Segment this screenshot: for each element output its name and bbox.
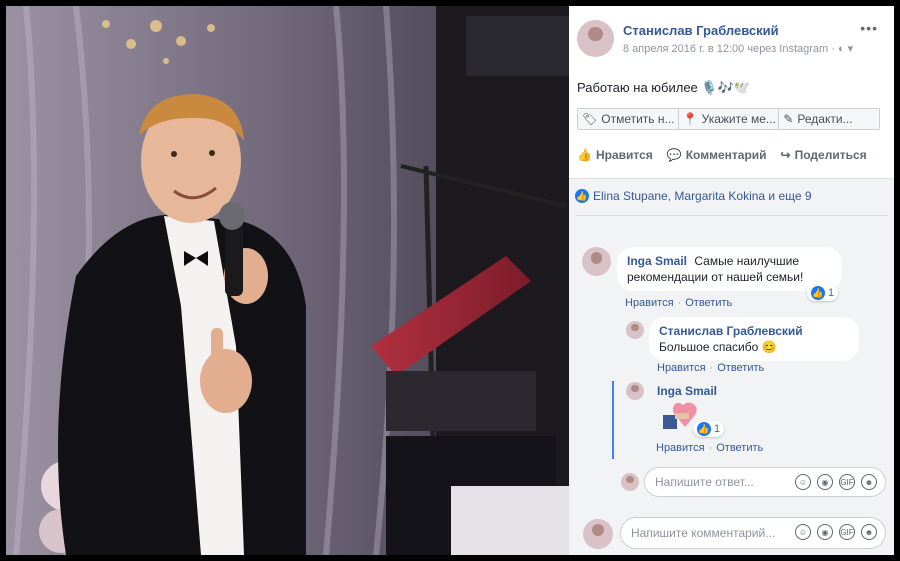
comment-reply-link[interactable]: Ответить (716, 442, 763, 454)
comment-like-link[interactable]: Нравится (625, 297, 674, 309)
comment-author[interactable]: Станислав Граблевский (659, 323, 845, 339)
avatar[interactable] (626, 382, 644, 400)
like-thumb-icon: 👍 (577, 148, 592, 162)
more-dots-icon[interactable]: ••• (860, 20, 878, 36)
comment-like-link[interactable]: Нравится (657, 362, 706, 374)
post-meta[interactable]: 8 апреля 2016 г. в 12:00 через Instagram… (623, 42, 853, 55)
post-photo[interactable] (6, 6, 569, 555)
comment-author[interactable]: Inga Smail (627, 254, 687, 268)
post-side-panel: Станислав Граблевский 8 апреля 2016 г. в… (569, 6, 894, 555)
reaction-count-badge[interactable]: 👍 1 (807, 285, 839, 301)
avatar (621, 473, 639, 491)
like-reaction-icon: 👍 (575, 189, 589, 203)
add-location-button[interactable]: 📍 Укажите ме... (678, 109, 780, 129)
edit-label: Редакти... (797, 112, 853, 126)
like-label: Нравится (595, 148, 653, 162)
reaction-count: 1 (714, 423, 721, 435)
reply-placeholder: Напишите ответ... (655, 475, 754, 489)
thread-indicator (612, 381, 614, 459)
edit-button[interactable]: ✎ Редакти... (779, 109, 880, 129)
comment-icon: 💬 (666, 148, 682, 162)
photo-illustration (6, 6, 569, 555)
gif-icon[interactable]: GIF (839, 474, 855, 490)
post-text: Работаю на юбилее 🎙️🎶🕊️ (577, 80, 750, 95)
divider (575, 215, 888, 216)
comment-actions: Нравится · Ответить (657, 362, 764, 374)
likes-summary[interactable]: 👍 Elina Stupane, Margarita Kokina и еще … (575, 189, 812, 203)
separator-dot: · (709, 362, 714, 374)
like-button[interactable]: 👍 Нравится (577, 148, 653, 162)
comment-bubble: Станислав Граблевский Большое спасибо 😊 (649, 317, 859, 361)
gif-icon[interactable]: GIF (839, 524, 855, 540)
share-button[interactable]: ↪ Поделиться (781, 148, 867, 162)
location-pin-icon: 📍 (682, 112, 698, 126)
comment-author[interactable]: Inga Smail (657, 384, 717, 398)
input-tools: ☺ ◉ GIF ☻ (795, 474, 877, 490)
tag-actions-row: 🏷 Отметить н... 📍 Укажите ме... ✎ Редакт… (577, 108, 880, 130)
post-actions: 👍 Нравится 💬 Комментарий ↪ Поделиться (577, 148, 887, 162)
add-location-label: Укажите ме... (701, 112, 776, 126)
camera-icon[interactable]: ◉ (817, 474, 833, 490)
sticker-icon[interactable]: ☻ (861, 474, 877, 490)
comment-actions: Нравится · Ответить (625, 297, 732, 309)
reply-input[interactable]: Напишите ответ... ☺ ◉ GIF ☻ (644, 467, 886, 497)
comments-section: 👍 Elina Stupane, Margarita Kokina и еще … (569, 178, 894, 555)
likes-names[interactable]: Elina Stupane, Margarita Kokina и еще 9 (593, 189, 812, 203)
avatar[interactable] (626, 321, 644, 339)
camera-icon[interactable]: ◉ (817, 524, 833, 540)
comment-input[interactable]: Напишите комментарий... ☺ ◉ GIF ☻ (620, 517, 886, 549)
comment-like-link[interactable]: Нравится (656, 442, 705, 454)
tag-friends-button[interactable]: 🏷 Отметить н... (578, 109, 679, 129)
reaction-count-badge[interactable]: 👍 1 (693, 421, 725, 437)
comment-actions: Нравится · Ответить (656, 442, 763, 454)
comment-bubble: Inga Smail Самые наилучшие рекомендации … (617, 247, 842, 291)
photo-viewer: Станислав Граблевский 8 апреля 2016 г. в… (0, 0, 900, 561)
author-name[interactable]: Станислав Граблевский (623, 23, 779, 38)
emoji-icon[interactable]: ☺ (795, 474, 811, 490)
comment-reply-link[interactable]: Ответить (685, 297, 732, 309)
share-icon: ↪ (780, 148, 791, 162)
separator-dot: · (677, 297, 682, 309)
comment-label: Комментарий (685, 148, 767, 162)
sticker-icon[interactable]: ☻ (861, 524, 877, 540)
comment-placeholder: Напишите комментарий... (631, 526, 776, 540)
avatar (583, 519, 613, 549)
author-avatar[interactable] (577, 20, 614, 57)
share-label: Поделиться (794, 148, 867, 162)
pencil-icon: ✎ (783, 112, 794, 126)
tag-icon: 🏷 (582, 112, 598, 126)
comment-reply-link[interactable]: Ответить (717, 362, 764, 374)
comment-text: Большое спасибо 😊 (659, 340, 777, 354)
post-header: Станислав Граблевский 8 апреля 2016 г. в… (569, 6, 894, 176)
like-reaction-icon: 👍 (811, 286, 825, 300)
comment-button[interactable]: 💬 Комментарий (667, 148, 767, 162)
reaction-count: 1 (828, 287, 835, 299)
emoji-icon[interactable]: ☺ (795, 524, 811, 540)
input-tools: ☺ ◉ GIF ☻ (795, 524, 877, 540)
avatar[interactable] (582, 247, 611, 276)
separator-dot: · (708, 442, 713, 454)
tag-friends-label: Отметить н... (601, 112, 675, 126)
like-reaction-icon: 👍 (697, 422, 711, 436)
